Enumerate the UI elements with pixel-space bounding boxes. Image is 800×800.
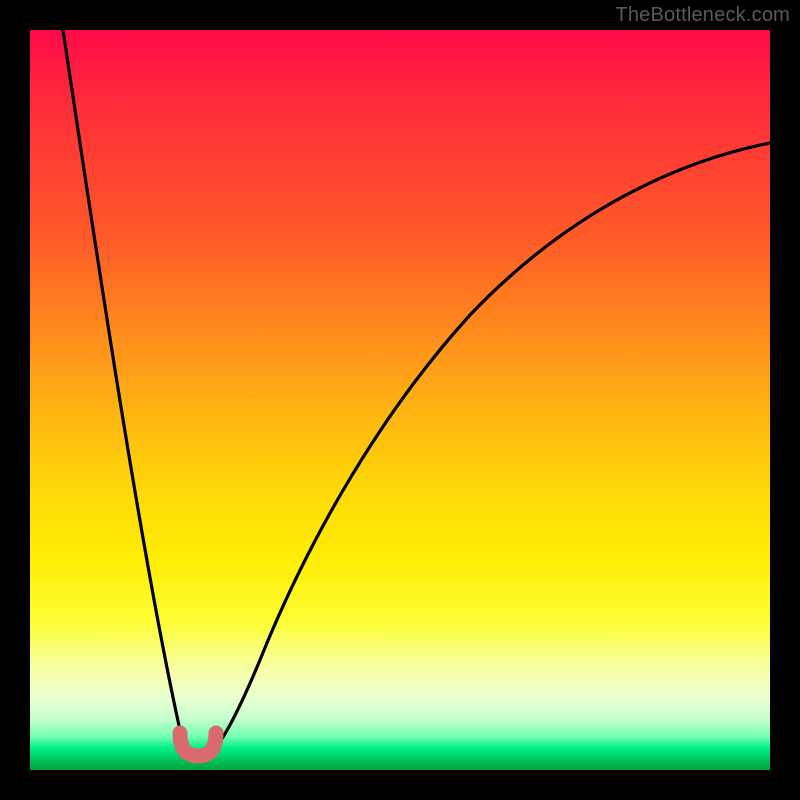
trough-marker [180,733,216,756]
bottleneck-curve [30,30,770,770]
watermark-text: TheBottleneck.com [615,4,790,27]
plot-area [30,30,770,770]
curve-right [210,142,770,754]
curve-left [60,30,192,754]
chart-frame: TheBottleneck.com [0,0,800,800]
